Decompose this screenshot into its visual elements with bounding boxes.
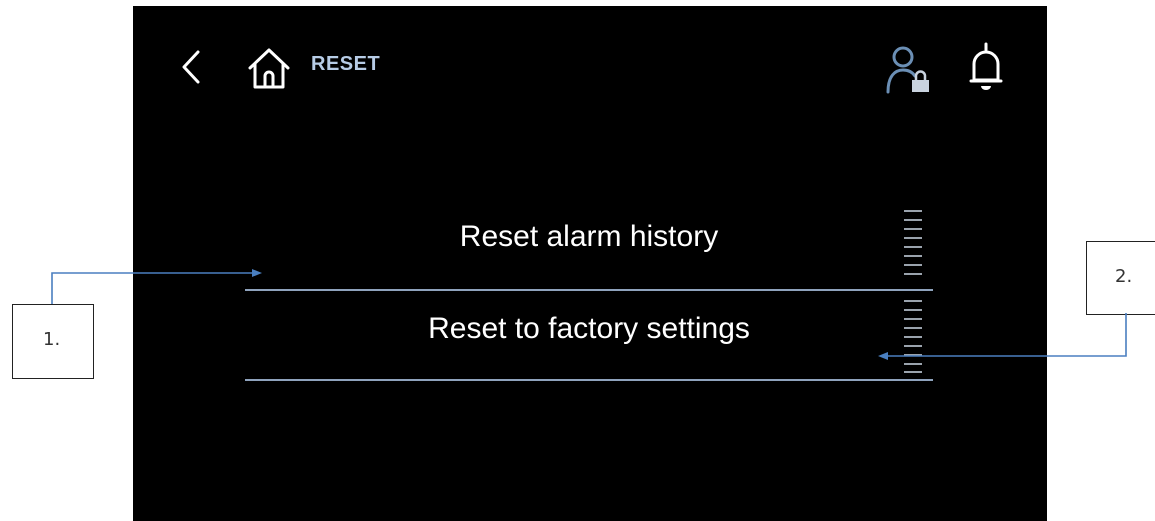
callout-1-box: 1. — [12, 304, 94, 379]
menu-item-label: Reset to factory settings — [428, 312, 750, 345]
chevron-left-icon[interactable] — [180, 49, 202, 85]
menu-item-label: Reset alarm history — [459, 220, 719, 253]
document-figure: RESET Reset alarm history Reset to facto… — [0, 0, 1155, 521]
callout-1-label: 1. — [43, 329, 61, 350]
user-lock-icon[interactable] — [885, 44, 931, 94]
page-title: RESET — [311, 53, 381, 75]
divider — [245, 379, 933, 381]
home-icon[interactable] — [247, 46, 291, 90]
callout-2-label: 2. — [1115, 266, 1133, 287]
divider — [245, 289, 933, 291]
reset-factory-settings-item[interactable]: Reset to factory settings — [245, 312, 933, 346]
scroll-indicator[interactable] — [903, 209, 923, 373]
reset-alarm-history-item[interactable]: Reset alarm history — [245, 220, 933, 254]
device-screen: RESET Reset alarm history Reset to facto… — [133, 6, 1047, 521]
callout-2-box: 2. — [1086, 241, 1155, 315]
bell-icon[interactable] — [969, 42, 1003, 94]
